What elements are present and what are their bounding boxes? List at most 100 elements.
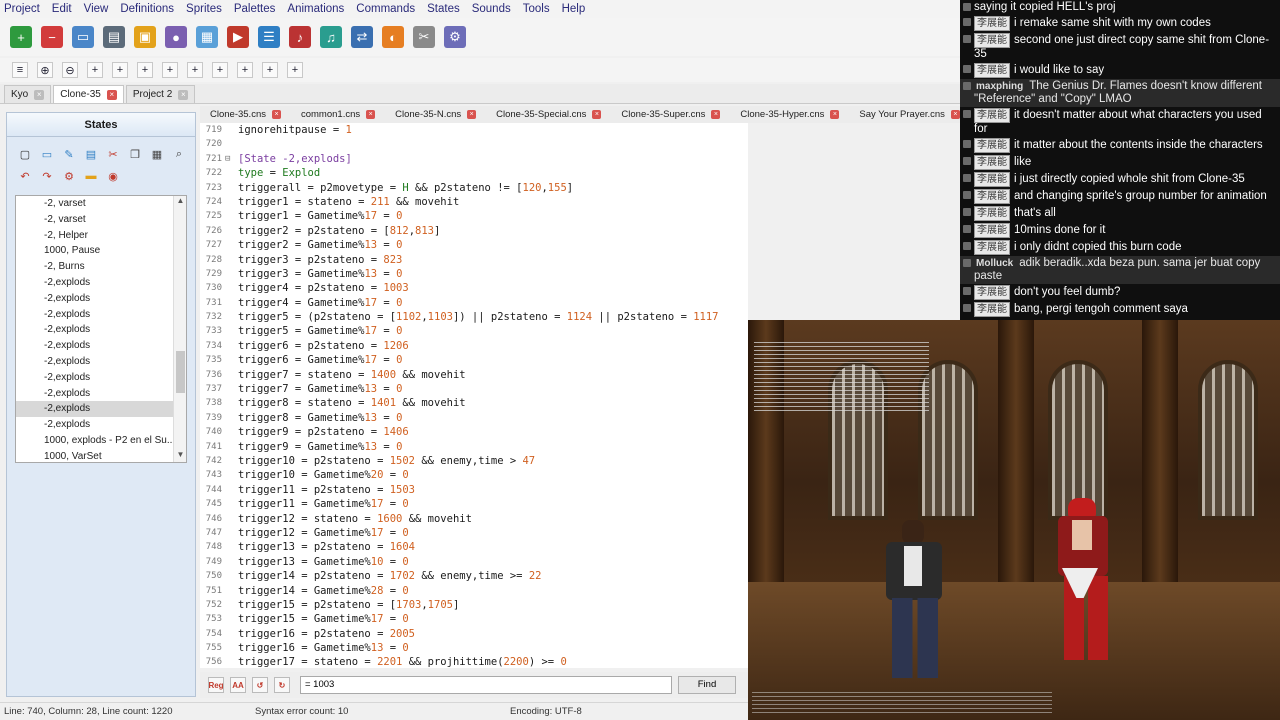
settings-icon[interactable]: ⚙ [61,168,77,184]
code-line[interactable]: 740 trigger9 = p2stateno = 1406 [200,425,748,439]
move-up-icon[interactable]: + [212,62,228,78]
file-tab[interactable]: Clone-35-Hyper.cns × [730,107,845,122]
state-list-item[interactable]: -2,explods [16,322,186,338]
state-list-item[interactable]: -2,explods [16,401,186,418]
code-line[interactable]: 751 trigger14 = Gametime%28 = 0 [200,584,748,598]
close-tab-icon[interactable]: × [178,89,189,100]
code-line[interactable]: 752 trigger15 = p2stateno = [1703,1705] [200,598,748,612]
code-line[interactable]: 750 trigger14 = p2stateno = 1702 && enemy… [200,569,748,583]
project-tab[interactable]: Clone-35 × [53,85,124,103]
scroll-up-icon[interactable]: ▲ [174,196,187,208]
add-icon[interactable]: + [87,62,103,78]
insert-top-icon[interactable]: + [162,62,178,78]
code-line[interactable]: 727 trigger2 = Gametime%13 = 0 [200,238,748,252]
open-folder-icon[interactable]: ▭ [72,26,94,48]
code-line[interactable]: 719 ignorehitpause = 1 [200,123,748,137]
state-list[interactable]: -2, varset -2, varset -2, Helper 1000, Paus… [15,195,187,463]
state-list-item[interactable]: -2,explods [16,275,186,291]
code-editor[interactable]: 719 ignorehitpause = 1 720 721 ⊟ [State -2,ex… [200,123,748,668]
add-after-icon[interactable]: + [137,62,153,78]
zoom-out-icon[interactable]: ⊖ [62,62,78,78]
state-list-item[interactable]: -2,explods [16,307,186,323]
code-line[interactable]: 746 trigger12 = stateno = 1600 && movehit [200,512,748,526]
menu-item-project[interactable]: Project [4,3,40,15]
code-line[interactable]: 749 trigger13 = Gametime%10 = 0 [200,555,748,569]
close-tab-icon[interactable]: × [271,110,281,119]
close-tab-icon[interactable]: × [592,110,602,119]
code-line[interactable]: 730 trigger4 = p2stateno = 1003 [200,281,748,295]
wrap-icon[interactable]: ↺ [252,677,268,693]
code-line[interactable]: 742 trigger10 = p2stateno = 1502 && enemy… [200,454,748,468]
cut-icon[interactable]: ✂ [105,146,121,162]
palette-icon[interactable]: ◐ [382,26,404,48]
close-tab-icon[interactable]: × [830,110,840,119]
project-tab[interactable]: Project 2 × [125,85,196,103]
file-tab[interactable]: Clone-35-Special.cns × [486,107,607,122]
code-line[interactable]: 731 trigger4 = Gametime%17 = 0 [200,296,748,310]
tools-icon[interactable]: ✂ [413,26,435,48]
new-state-icon[interactable]: ▢ [17,146,33,162]
scroll-thumb[interactable] [176,351,185,393]
menu-item-edit[interactable]: Edit [52,3,72,15]
zoom-in-icon[interactable]: ⊕ [37,62,53,78]
state-list-item[interactable]: -2,explods [16,354,186,370]
state-list-item[interactable]: -2,explods [16,386,186,402]
code-line[interactable]: 738 trigger8 = stateno = 1401 && movehit [200,396,748,410]
code-line[interactable]: 745 trigger11 = Gametime%17 = 0 [200,497,748,511]
new-project-icon[interactable]: + [10,26,32,48]
sprite-icon[interactable]: ▦ [196,26,218,48]
code-line[interactable]: 736 trigger7 = stateno = 1400 && movehit [200,368,748,382]
states-icon[interactable]: ☰ [258,26,280,48]
code-line[interactable]: 733 trigger5 = Gametime%17 = 0 [200,324,748,338]
code-line[interactable]: 724 trigger1 = stateno = 211 && movehit [200,195,748,209]
folder-icon[interactable]: ▬ [83,168,99,184]
music-icon[interactable]: ♫ [320,26,342,48]
undo-icon[interactable]: ↶ [17,168,33,184]
code-line[interactable]: 726 trigger2 = p2stateno = [812,813] [200,224,748,238]
open-state-icon[interactable]: ▭ [39,146,55,162]
add-row-icon[interactable]: + [112,62,128,78]
code-line[interactable]: 734 trigger6 = p2stateno = 1206 [200,339,748,353]
menu-item-animations[interactable]: Animations [287,3,344,15]
commands-icon[interactable]: ⇄ [351,26,373,48]
redo-icon[interactable]: ↷ [39,168,55,184]
code-line[interactable]: 753 trigger15 = Gametime%17 = 0 [200,612,748,626]
state-list-item[interactable]: -2, varset [16,196,186,212]
state-list-item[interactable]: 1000, Pause [16,243,186,259]
code-line[interactable]: 741 trigger9 = Gametime%13 = 0 [200,440,748,454]
offset-icon[interactable]: + [287,62,303,78]
menu-item-view[interactable]: View [84,3,109,15]
search-input[interactable]: = 1003 [300,676,672,694]
menu-item-definitions[interactable]: Definitions [120,3,174,15]
menu-item-tools[interactable]: Tools [523,3,550,15]
close-tab-icon[interactable]: × [106,89,117,100]
close-tab-icon[interactable]: × [467,110,477,119]
file-tab[interactable]: Clone-35-Super.cns × [611,107,726,122]
code-line[interactable]: 721 ⊟ [State -2,explods] [200,152,748,166]
state-list-scrollbar[interactable]: ▲ ▼ [173,196,186,462]
code-line[interactable]: 732 trigger5 = (p2stateno = [1102,1103]) … [200,310,748,324]
edit-state-icon[interactable]: ✎ [61,146,77,162]
move-down-icon[interactable]: + [237,62,253,78]
state-list-item[interactable]: 1000, VarSet [16,449,186,465]
code-line[interactable]: 725 trigger1 = Gametime%17 = 0 [200,209,748,223]
close-tab-icon[interactable]: × [366,110,376,119]
state-list-item[interactable]: -2, Burns [16,259,186,275]
code-line[interactable]: 728 trigger3 = p2stateno = 823 [200,253,748,267]
code-line[interactable]: 755 trigger16 = Gametime%13 = 0 [200,641,748,655]
save-state-icon[interactable]: ▤ [83,146,99,162]
code-line[interactable]: 756 trigger17 = stateno = 2201 && projhit… [200,655,748,668]
save-icon[interactable]: ▤ [103,26,125,48]
menu-item-sounds[interactable]: Sounds [472,3,511,15]
state-list-item[interactable]: 1000, explods - P2 en el Su... [16,433,186,449]
code-line[interactable]: 722 type = Explod [200,166,748,180]
fold-icon[interactable]: ⊟ [225,152,230,166]
state-list-item[interactable]: -2,explods [16,338,186,354]
close-tab-icon[interactable]: × [711,110,721,119]
file-tab[interactable]: Say Your Prayer.cns × [849,107,960,122]
copy-icon[interactable]: ❐ [127,146,143,162]
code-line[interactable]: 737 trigger7 = Gametime%13 = 0 [200,382,748,396]
case-toggle[interactable]: AA [230,677,246,693]
code-line[interactable]: 743 trigger10 = Gametime%20 = 0 [200,468,748,482]
menu-item-help[interactable]: Help [562,3,586,15]
